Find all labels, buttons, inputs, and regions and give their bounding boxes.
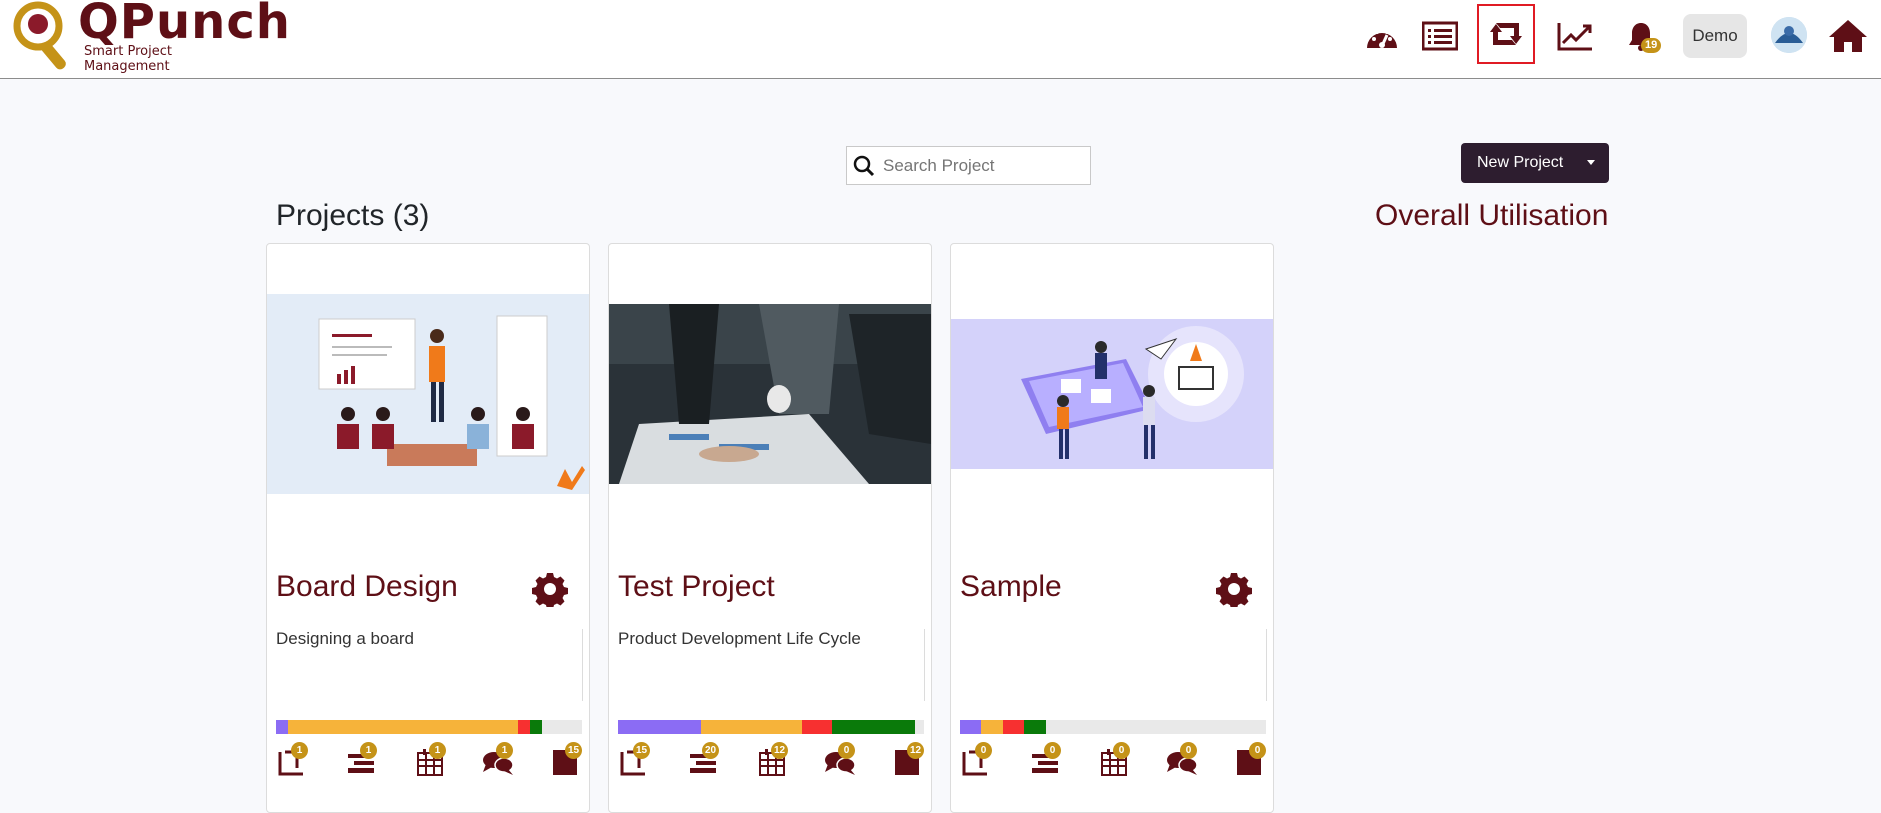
search-icon	[853, 155, 875, 177]
project-thumbnail-presentation[interactable]	[267, 294, 589, 494]
progress-segment-purple	[618, 720, 701, 734]
task-status-progress-bar	[618, 720, 924, 734]
home-icon[interactable]	[1826, 16, 1870, 56]
project-title[interactable]: Sample	[960, 570, 1062, 604]
boards-stat[interactable]: 15	[619, 742, 657, 776]
count-badge: 20	[702, 742, 720, 759]
count-badge: 1	[496, 742, 513, 759]
progress-segment-purple	[960, 720, 982, 734]
gear-icon[interactable]	[532, 571, 568, 607]
count-badge: 1	[291, 742, 308, 759]
dashboard-gauge-icon[interactable]	[1362, 16, 1402, 56]
search-input[interactable]	[881, 155, 1085, 177]
progress-segment-green	[1024, 720, 1046, 734]
task-status-progress-bar	[276, 720, 582, 734]
count-badge: 1	[429, 742, 446, 759]
documents-stat[interactable]: 15	[551, 742, 589, 776]
count-badge: 0	[1249, 742, 1266, 759]
bell-icon[interactable]: 19	[1621, 16, 1662, 56]
calendar-stat[interactable]: 1	[415, 742, 453, 776]
calendar-stat[interactable]: 12	[757, 742, 795, 776]
progress-segment-orange	[288, 720, 518, 734]
progress-segment-red	[801, 720, 833, 734]
project-description: Product Development Life Cycle	[618, 629, 861, 648]
search-project-box[interactable]	[846, 146, 1091, 185]
top-navbar: QPunch Smart Project Management 19 Demo	[0, 0, 1881, 79]
user-menu-button[interactable]: Demo	[1683, 14, 1747, 58]
boards-stat[interactable]: 1	[277, 742, 315, 776]
new-project-button[interactable]: New Project	[1461, 143, 1609, 183]
progress-segment-purple	[276, 720, 289, 734]
progress-segment-red	[517, 720, 530, 734]
documents-stat[interactable]: 12	[893, 742, 931, 776]
count-badge: 1	[360, 742, 377, 759]
project-card-board-design[interactable]: Board Design Designing a board 1 1 1 1 1…	[266, 243, 590, 813]
qpunch-logo[interactable]: QPunch Smart Project Management	[10, 0, 290, 76]
list-icon[interactable]	[1420, 16, 1460, 56]
project-card-sample[interactable]: Sample 0 0 0 0 0	[950, 243, 1274, 813]
gantt-stat[interactable]: 0	[1030, 742, 1068, 776]
count-badge: 12	[771, 742, 789, 759]
retweet-icon[interactable]	[1477, 4, 1535, 64]
line-chart-icon[interactable]	[1555, 16, 1595, 56]
comments-stat[interactable]: 0	[1166, 742, 1204, 776]
new-project-dropdown-caret-icon[interactable]	[1587, 160, 1595, 165]
notification-count-badge: 19	[1641, 38, 1662, 53]
count-badge: 15	[565, 742, 583, 759]
boards-stat[interactable]: 0	[961, 742, 999, 776]
calendar-stat[interactable]: 0	[1099, 742, 1137, 776]
gear-icon[interactable]	[1216, 571, 1252, 607]
documents-stat[interactable]: 0	[1235, 742, 1273, 776]
task-status-progress-bar	[960, 720, 1266, 734]
brand-name: QPunch	[78, 0, 291, 50]
comments-stat[interactable]: 0	[824, 742, 862, 776]
count-badge: 0	[838, 742, 855, 759]
projects-heading: Projects (3)	[276, 199, 430, 232]
progress-segment-green	[529, 720, 543, 734]
count-badge: 0	[1113, 742, 1130, 759]
count-badge: 0	[975, 742, 992, 759]
avatar[interactable]	[1771, 17, 1807, 53]
overall-utilisation-heading: Overall Utilisation	[1375, 199, 1609, 232]
count-badge: 0	[1044, 742, 1061, 759]
progress-segment-orange	[700, 720, 802, 734]
project-card-test-project[interactable]: Test Project Product Development Life Cy…	[608, 243, 932, 813]
count-badge: 15	[633, 742, 651, 759]
gantt-stat[interactable]: 1	[346, 742, 384, 776]
count-badge: 0	[1180, 742, 1197, 759]
project-thumbnail-meeting[interactable]	[609, 304, 931, 484]
comments-stat[interactable]: 1	[482, 742, 520, 776]
progress-segment-green	[832, 720, 915, 734]
project-title[interactable]: Test Project	[618, 570, 775, 604]
project-description-box	[960, 629, 1267, 701]
progress-segment-orange	[981, 720, 1003, 734]
brand-tagline: Smart Project Management	[84, 44, 172, 74]
new-project-label: New Project	[1477, 154, 1564, 171]
progress-segment-red	[1002, 720, 1025, 734]
project-description: Designing a board	[276, 629, 414, 648]
project-description-box: Designing a board	[276, 629, 583, 701]
project-thumbnail-app-launch[interactable]	[951, 319, 1273, 469]
gantt-stat[interactable]: 20	[688, 742, 726, 776]
project-description-box: Product Development Life Cycle	[618, 629, 925, 701]
project-title[interactable]: Board Design	[276, 570, 458, 604]
count-badge: 12	[907, 742, 925, 759]
